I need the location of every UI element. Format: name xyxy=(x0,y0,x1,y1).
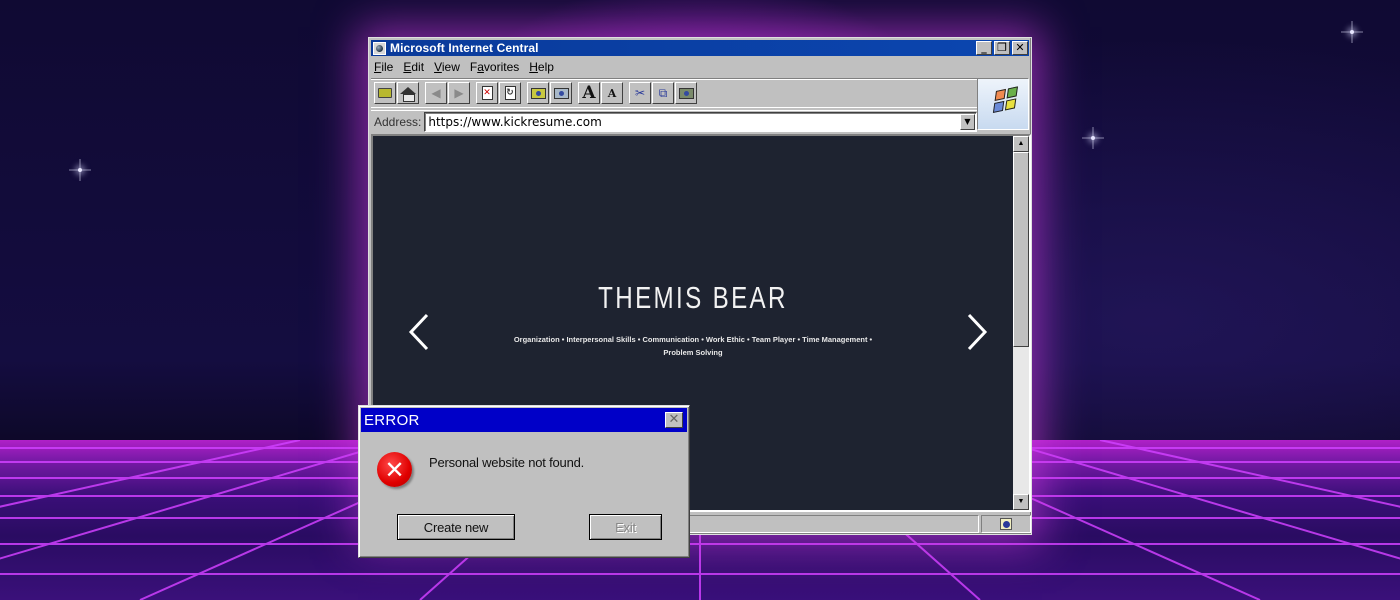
close-icon: ✕ xyxy=(668,412,680,427)
refresh-button[interactable]: ↻ xyxy=(499,82,521,104)
back-icon: ◀ xyxy=(431,86,441,100)
status-zone xyxy=(981,515,1031,533)
address-dropdown-button[interactable]: ▼ xyxy=(960,113,975,130)
increase-font-icon: A xyxy=(582,83,596,103)
restore-button[interactable]: ❐ xyxy=(994,41,1010,55)
address-bar: Address: https://www.kickresume.com ▼ xyxy=(371,110,977,132)
star xyxy=(1350,30,1354,34)
address-label: Address: xyxy=(374,114,422,129)
scroll-down-button[interactable]: ▼ xyxy=(1013,494,1029,510)
exit-button[interactable]: Exit xyxy=(589,514,662,540)
star xyxy=(1091,136,1095,140)
add-favorite-button[interactable] xyxy=(550,82,572,104)
vertical-scrollbar[interactable]: ▲ ▼ xyxy=(1013,136,1029,510)
toolbar: ◀ ▶ ✕ ↻ A A ✂ ⧉ xyxy=(371,78,977,108)
stop-icon: ✕ xyxy=(481,86,493,100)
menu-file[interactable]: File xyxy=(374,60,393,74)
refresh-icon: ↻ xyxy=(504,86,516,100)
chevron-right-icon xyxy=(967,313,988,351)
home-button[interactable] xyxy=(397,82,419,104)
forward-button[interactable]: ▶ xyxy=(448,82,470,104)
error-icon: ✕ xyxy=(377,452,412,487)
scroll-up-button[interactable]: ▲ xyxy=(1013,136,1029,152)
open-folder-icon xyxy=(378,88,392,98)
address-input[interactable]: https://www.kickresume.com ▼ xyxy=(424,111,977,132)
close-button[interactable]: ✕ xyxy=(1012,41,1028,55)
dialog-message: Personal website not found. xyxy=(429,455,585,470)
browser-title: Microsoft Internet Central xyxy=(390,41,539,55)
favorites-button[interactable] xyxy=(527,82,549,104)
arrow-up-icon: ▲ xyxy=(1017,140,1025,147)
cut-icon: ✂ xyxy=(634,86,646,100)
forward-icon: ▶ xyxy=(454,86,464,100)
error-x-glyph: ✕ xyxy=(384,455,405,484)
menu-view[interactable]: View xyxy=(434,60,460,74)
star xyxy=(78,168,82,172)
address-value: https://www.kickresume.com xyxy=(428,114,602,129)
menu-help[interactable]: Help xyxy=(529,60,554,74)
windows-logo-throbber xyxy=(977,78,1029,130)
copy-button[interactable]: ⧉ xyxy=(652,82,674,104)
copy-icon: ⧉ xyxy=(658,85,668,100)
menu-edit[interactable]: Edit xyxy=(403,60,424,74)
open-button[interactable] xyxy=(374,82,396,104)
decrease-font-button[interactable]: A xyxy=(601,82,623,104)
increase-font-button[interactable]: A xyxy=(578,82,600,104)
create-new-button[interactable]: Create new xyxy=(397,514,515,540)
cut-button[interactable]: ✂ xyxy=(629,82,651,104)
scroll-thumb[interactable] xyxy=(1013,152,1029,347)
internet-zone-icon xyxy=(1000,518,1012,530)
resume-skills: Organization • Interpersonal Skills • Co… xyxy=(513,335,873,357)
dialog-close-button[interactable]: ✕ xyxy=(665,412,683,428)
decrease-font-icon: A xyxy=(607,86,617,100)
home-icon xyxy=(400,86,416,102)
add-favorite-icon xyxy=(553,87,569,99)
back-button[interactable]: ◀ xyxy=(425,82,447,104)
arrow-down-icon: ▼ xyxy=(1017,498,1025,505)
minimize-button[interactable]: _ xyxy=(976,41,992,55)
browser-app-icon[interactable] xyxy=(373,41,386,55)
paste-button[interactable] xyxy=(675,82,697,104)
stop-button[interactable]: ✕ xyxy=(476,82,498,104)
dialog-title: ERROR xyxy=(364,411,420,429)
paste-icon xyxy=(678,87,694,99)
dialog-titlebar[interactable]: ERROR ✕ xyxy=(361,408,687,432)
chevron-left-icon xyxy=(408,313,429,351)
favorites-icon xyxy=(530,87,546,99)
error-dialog: ERROR ✕ ✕ Personal website not found. Cr… xyxy=(358,405,690,558)
prev-slide-button[interactable] xyxy=(405,312,435,352)
menu-favorites[interactable]: Favorites xyxy=(470,60,519,74)
menu-bar: File Edit View Favorites Help xyxy=(373,58,554,76)
browser-titlebar[interactable]: Microsoft Internet Central _ ❐ ✕ xyxy=(371,40,1029,56)
next-slide-button[interactable] xyxy=(961,312,991,352)
resume-name: THEMIS BEAR xyxy=(598,280,788,315)
